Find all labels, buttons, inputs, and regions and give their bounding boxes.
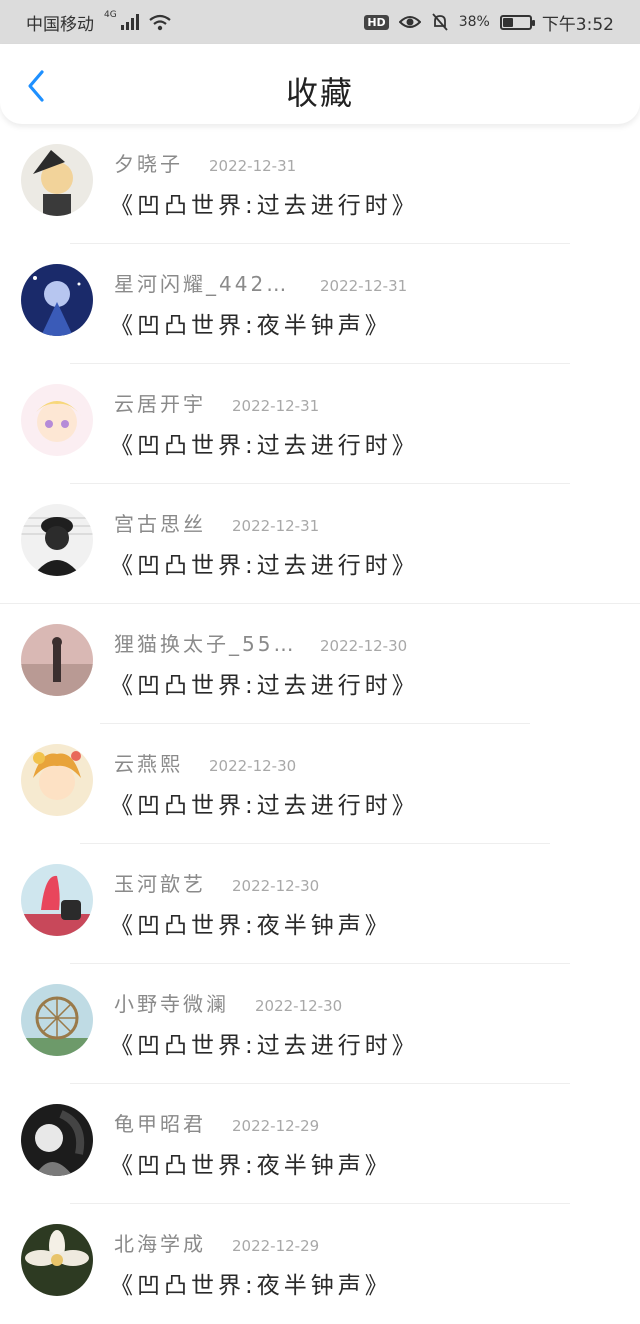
status-right: HD 38% 下午3:52 (364, 10, 614, 35)
avatar[interactable] (21, 384, 93, 456)
favorite-date: 2022-12-30 (232, 877, 320, 895)
user-name: 云燕熙 (114, 752, 183, 776)
status-bar: 中国移动 4G HD 38% 下午3:52 (0, 0, 640, 44)
battery-percent: 38% (458, 14, 490, 30)
avatar[interactable] (21, 1104, 93, 1176)
avatar[interactable] (21, 1224, 93, 1296)
work-title[interactable]: 《凹凸世界:夜半钟声》 (110, 1266, 392, 1300)
favorite-date: 2022-12-29 (232, 1117, 320, 1135)
user-name: 星河闪耀_44202… (114, 272, 294, 296)
favorite-date: 2022-12-31 (232, 397, 320, 415)
avatar[interactable] (21, 144, 93, 216)
work-title[interactable]: 《凹凸世界:过去进行时》 (110, 426, 419, 460)
wifi-icon (149, 14, 171, 30)
work-title[interactable]: 《凹凸世界:过去进行时》 (110, 186, 419, 220)
work-title[interactable]: 《凹凸世界:夜半钟声》 (110, 306, 392, 340)
list-item[interactable]: 云居开宇 2022-12-31 《凹凸世界:过去进行时》 (0, 364, 640, 484)
favorite-date: 2022-12-31 (209, 157, 297, 175)
list-item[interactable]: 玉河歆艺 2022-12-30 《凹凸世界:夜半钟声》 (0, 844, 640, 964)
work-title[interactable]: 《凹凸世界:过去进行时》 (110, 666, 419, 700)
nav-header: 收藏 (0, 44, 640, 124)
favorites-list: 夕晓子 2022-12-31 《凹凸世界:过去进行时》 星河闪耀_44202… 20… (0, 124, 640, 1324)
eye-icon (398, 16, 421, 28)
page-title: 收藏 (285, 74, 354, 112)
status-left: 中国移动 4G (26, 10, 171, 35)
user-name: 龟甲昭君 (114, 1112, 206, 1136)
list-item[interactable]: 北海学成 2022-12-29 《凹凸世界:夜半钟声》 (0, 1204, 640, 1324)
list-item[interactable]: 狸猫换太子_555… 2022-12-30 《凹凸世界:过去进行时》 (0, 604, 640, 724)
work-title[interactable]: 《凹凸世界:过去进行时》 (110, 546, 419, 580)
list-item[interactable]: 夕晓子 2022-12-31 《凹凸世界:过去进行时》 (0, 124, 640, 244)
favorite-date: 2022-12-31 (232, 517, 320, 535)
list-item[interactable]: 星河闪耀_44202… 2022-12-31 《凹凸世界:夜半钟声》 (0, 244, 640, 364)
hd-badge: HD (364, 14, 389, 30)
bell-muted-icon (432, 13, 448, 31)
favorite-date: 2022-12-29 (232, 1237, 320, 1255)
clock: 下午3:52 (541, 14, 614, 35)
user-name: 小野寺微澜 (114, 992, 229, 1016)
avatar[interactable] (21, 744, 93, 816)
list-item[interactable]: 宫古思丝 2022-12-31 《凹凸世界:过去进行时》 (0, 484, 640, 604)
work-title[interactable]: 《凹凸世界:过去进行时》 (110, 1026, 419, 1060)
user-name: 夕晓子 (114, 152, 183, 176)
list-item[interactable]: 云燕熙 2022-12-30 《凹凸世界:过去进行时》 (0, 724, 640, 844)
avatar[interactable] (21, 984, 93, 1056)
list-item[interactable]: 龟甲昭君 2022-12-29 《凹凸世界:夜半钟声》 (0, 1084, 640, 1204)
signal-icon (120, 14, 139, 30)
work-title[interactable]: 《凹凸世界:夜半钟声》 (110, 1146, 392, 1180)
user-name: 云居开宇 (114, 392, 206, 416)
user-name: 狸猫换太子_555… (114, 632, 294, 656)
favorite-date: 2022-12-30 (320, 637, 408, 655)
avatar[interactable] (21, 264, 93, 336)
avatar[interactable] (21, 864, 93, 936)
favorite-date: 2022-12-30 (209, 757, 297, 775)
work-title[interactable]: 《凹凸世界:过去进行时》 (110, 786, 419, 820)
carrier-label: 中国移动 (26, 14, 94, 35)
list-item[interactable]: 小野寺微澜 2022-12-30 《凹凸世界:过去进行时》 (0, 964, 640, 1084)
favorite-date: 2022-12-30 (255, 997, 343, 1015)
user-name: 玉河歆艺 (114, 872, 206, 896)
network-type: 4G (104, 10, 117, 20)
battery-icon (499, 14, 535, 30)
work-title[interactable]: 《凹凸世界:夜半钟声》 (110, 906, 392, 940)
avatar[interactable] (21, 504, 93, 576)
favorite-date: 2022-12-31 (320, 277, 408, 295)
user-name: 宫古思丝 (114, 512, 206, 536)
user-name: 北海学成 (114, 1232, 206, 1256)
avatar[interactable] (21, 624, 93, 696)
